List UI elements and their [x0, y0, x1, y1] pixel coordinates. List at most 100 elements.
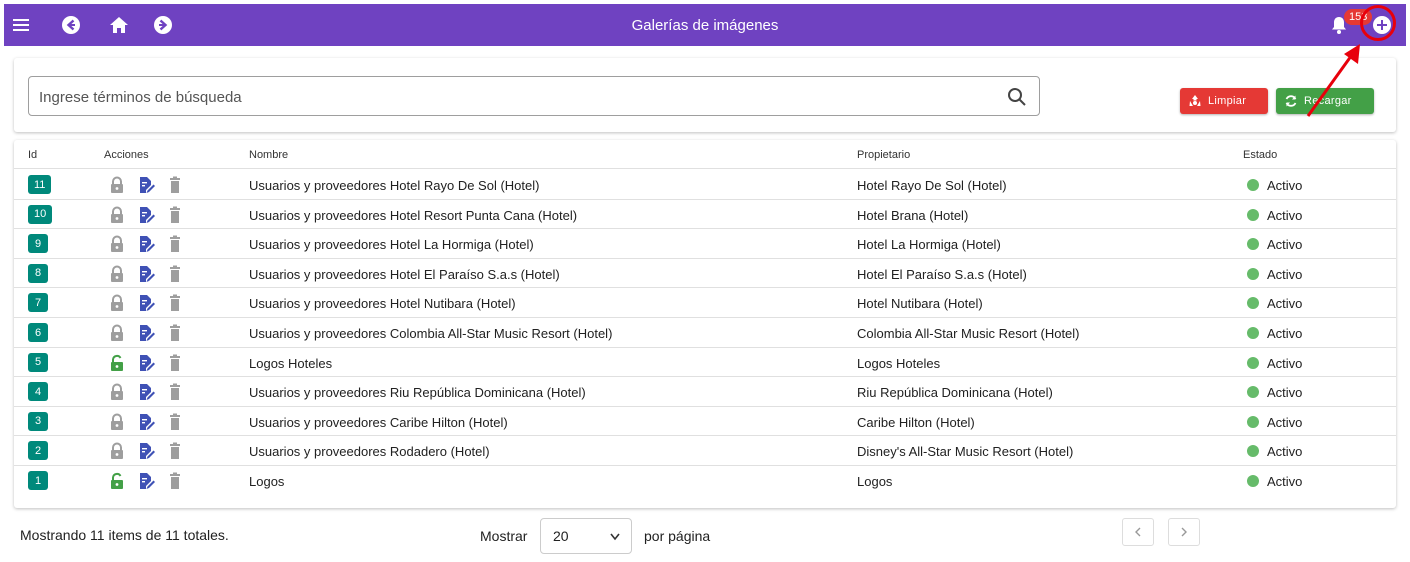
trash-icon[interactable] [166, 206, 184, 224]
col-owner[interactable]: Propietario [857, 149, 910, 161]
status-label: Activo [1267, 444, 1303, 460]
edit-icon[interactable] [137, 383, 155, 401]
next-page-button[interactable] [1168, 518, 1200, 546]
chevron-left-icon [1135, 527, 1141, 537]
trash-icon[interactable] [166, 176, 184, 194]
gallery-owner: Disney's All-Star Music Resort (Hotel) [857, 444, 1074, 460]
gallery-name[interactable]: Usuarios y proveedores Hotel El Paraíso … [249, 267, 560, 282]
gallery-name[interactable]: Logos [249, 474, 284, 489]
table-row: 8 Usuarios y proveedores Hotel El Paraís… [14, 259, 1396, 289]
status-dot-icon [1247, 297, 1259, 310]
edit-icon[interactable] [137, 265, 155, 283]
trash-icon[interactable] [166, 235, 184, 253]
lock-icon[interactable] [108, 324, 126, 342]
status-dot-icon [1247, 445, 1259, 458]
lock-icon[interactable] [108, 442, 126, 460]
lock-icon[interactable] [108, 176, 126, 194]
search-field [28, 76, 1040, 116]
lock-icon[interactable] [108, 294, 126, 312]
edit-icon[interactable] [137, 413, 155, 431]
id-chip[interactable]: 11 [28, 175, 52, 194]
id-chip[interactable]: 4 [28, 382, 48, 402]
gallery-owner: Colombia All-Star Music Resort (Hotel) [857, 326, 1080, 341]
pagination-bar: Mostrando 11 items de 11 totales. Mostra… [20, 518, 1400, 554]
search-input[interactable] [39, 85, 979, 109]
status-label: Activo [1267, 296, 1303, 312]
status-dot-icon [1247, 356, 1259, 369]
col-name[interactable]: Nombre [249, 149, 288, 161]
trash-icon[interactable] [166, 472, 184, 490]
edit-icon[interactable] [137, 235, 155, 253]
status-dot-icon [1247, 267, 1259, 280]
trash-icon[interactable] [166, 294, 184, 312]
unlock-icon[interactable] [108, 354, 126, 372]
gallery-name[interactable]: Usuarios y proveedores Hotel Nutibara (H… [249, 296, 516, 311]
edit-icon[interactable] [137, 472, 155, 490]
id-chip[interactable]: 2 [28, 441, 48, 461]
table-header: Id Acciones Nombre Propietario Estado [14, 140, 1396, 169]
gallery-name[interactable]: Usuarios y proveedores Hotel Resort Punt… [249, 208, 577, 223]
page-title: Galerías de imágenes [631, 17, 779, 34]
col-id[interactable]: Id [28, 149, 37, 161]
status-label: Activo [1267, 207, 1303, 223]
gallery-name[interactable]: Usuarios y proveedores Riu República Dom… [249, 385, 586, 400]
unlock-icon[interactable] [108, 472, 126, 490]
lock-icon[interactable] [108, 206, 126, 224]
search-icon[interactable] [1007, 87, 1027, 107]
home-icon[interactable] [108, 14, 130, 36]
edit-icon[interactable] [137, 294, 155, 312]
trash-icon[interactable] [166, 324, 184, 342]
clear-button[interactable]: Limpiar [1180, 88, 1268, 114]
lock-icon[interactable] [108, 383, 126, 401]
trash-icon[interactable] [166, 383, 184, 401]
col-actions: Acciones [104, 149, 149, 161]
id-chip[interactable]: 6 [28, 323, 48, 342]
show-label: Mostrar [480, 528, 528, 544]
trash-icon[interactable] [166, 413, 184, 431]
edit-icon[interactable] [137, 324, 155, 342]
lock-icon[interactable] [108, 413, 126, 431]
gallery-name[interactable]: Logos Hoteles [249, 356, 332, 371]
gallery-name[interactable]: Usuarios y proveedores Rodadero (Hotel) [249, 444, 490, 459]
page-size-select[interactable]: 20 [540, 518, 632, 554]
prev-page-button[interactable] [1122, 518, 1154, 546]
table-row: 9 Usuarios y proveedores Hotel La Hormig… [14, 229, 1396, 259]
id-chip[interactable]: 10 [28, 204, 53, 224]
gallery-name[interactable]: Usuarios y proveedores Colombia All-Star… [249, 326, 612, 341]
lock-icon[interactable] [108, 265, 126, 283]
id-chip[interactable]: 7 [28, 293, 48, 313]
lock-icon[interactable] [108, 235, 126, 253]
gallery-owner: Hotel El Paraíso S.a.s (Hotel) [857, 266, 1027, 282]
status-dot-icon [1247, 327, 1259, 339]
id-chip[interactable]: 3 [28, 411, 48, 431]
gallery-name[interactable]: Usuarios y proveedores Caribe Hilton (Ho… [249, 415, 508, 430]
edit-icon[interactable] [137, 354, 155, 372]
menu-icon[interactable] [10, 14, 32, 36]
gallery-name[interactable]: Usuarios y proveedores Hotel La Hormiga … [249, 237, 534, 252]
trash-icon[interactable] [166, 354, 184, 372]
edit-icon[interactable] [137, 442, 155, 460]
edit-icon[interactable] [137, 206, 155, 224]
gallery-owner: Caribe Hilton (Hotel) [857, 414, 975, 430]
table-row: 11 Usuarios y proveedores Hotel Rayo De … [14, 170, 1396, 200]
col-status[interactable]: Estado [1243, 149, 1277, 161]
gallery-owner: Riu República Dominicana (Hotel) [857, 385, 1053, 401]
id-chip[interactable]: 1 [28, 471, 48, 490]
trash-icon[interactable] [166, 442, 184, 460]
id-chip[interactable]: 5 [28, 352, 48, 372]
status-dot-icon [1247, 415, 1259, 428]
edit-icon[interactable] [137, 176, 155, 194]
back-icon[interactable] [60, 14, 82, 36]
gallery-name[interactable]: Usuarios y proveedores Hotel Rayo De Sol… [249, 178, 539, 193]
id-chip[interactable]: 8 [28, 263, 48, 283]
gallery-table: Id Acciones Nombre Propietario Estado 11… [14, 140, 1396, 508]
table-row: 5 Logos Hoteles Logos Hoteles Activo [14, 348, 1396, 378]
trash-icon[interactable] [166, 265, 184, 283]
forward-icon[interactable] [152, 14, 174, 36]
status-dot-icon [1247, 208, 1259, 221]
status-dot-icon [1247, 179, 1259, 191]
table-row: 4 Usuarios y proveedores Riu República D… [14, 377, 1396, 407]
status-label: Activo [1267, 237, 1303, 253]
status-label: Activo [1267, 414, 1303, 430]
id-chip[interactable]: 9 [28, 234, 48, 254]
